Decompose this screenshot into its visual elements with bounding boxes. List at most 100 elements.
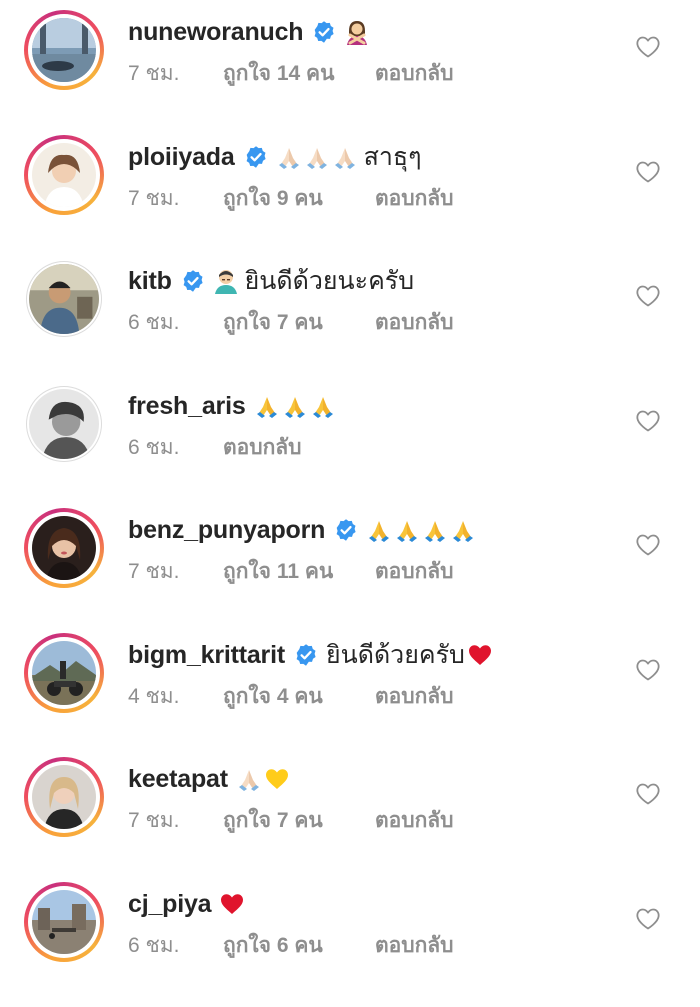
comment-text: ยินดีด้วยนะครับ <box>213 261 414 301</box>
verified-badge-icon <box>244 145 268 169</box>
comment-header: nuneworanuch <box>128 10 372 54</box>
comment-likes-link[interactable]: ถูกใจ 4 คน <box>223 680 375 713</box>
verified-badge-icon <box>312 20 336 44</box>
comment-text: สาธุๆ <box>276 137 422 177</box>
avatar[interactable] <box>24 882 104 962</box>
heart-outline-icon[interactable] <box>636 659 660 681</box>
comment-likes-link[interactable]: ถูกใจ 11 คน <box>223 555 375 588</box>
comment-text <box>344 19 372 45</box>
avatar[interactable] <box>26 386 102 462</box>
folded-hands-emoji <box>366 517 392 543</box>
comment-header: keetapat <box>128 757 292 801</box>
heart-outline-icon[interactable] <box>636 36 660 58</box>
comment-message: สาธุๆ <box>363 143 422 171</box>
comment-text <box>254 393 338 419</box>
folded-hands-emoji <box>254 393 280 419</box>
avatar[interactable] <box>24 508 104 588</box>
comment-header: kitb ยินดีด้วยนะครับ <box>128 259 414 303</box>
comment-time: 7 ชม. <box>128 808 180 832</box>
comment-meta: 4 ชม. ถูกใจ 4 คน ตอบกลับ <box>128 681 454 711</box>
comment-list: nuneworanuch 7 ชม. ถูกใจ 14 คน ตอบกลับ p… <box>0 0 700 1007</box>
comment-item: bigm_krittarit ยินดีด้วยครับ 4 ชม. ถูกใจ… <box>0 623 700 747</box>
comment-time: 7 ชม. <box>128 61 180 85</box>
comment-time: 7 ชม. <box>128 559 180 583</box>
heart-outline-icon[interactable] <box>636 783 660 805</box>
reply-button[interactable]: ตอบกลับ <box>375 57 454 90</box>
comment-item: ploiiyada สาธุๆ 7 ชม. ถูกใจ 9 คน ตอบกลับ <box>0 125 700 249</box>
verified-badge-icon <box>334 518 358 542</box>
avatar[interactable] <box>24 10 104 90</box>
avatar[interactable] <box>24 757 104 837</box>
comment-text: ยินดีด้วยครับ <box>326 635 495 675</box>
username-link[interactable]: keetapat <box>128 765 228 794</box>
comment-likes-link[interactable]: ถูกใจ 6 คน <box>223 929 375 962</box>
avatar-image <box>32 890 96 954</box>
comment-meta: 6 ชม. ถูกใจ 6 คน ตอบกลับ <box>128 930 454 960</box>
username-link[interactable]: kitb <box>128 267 172 296</box>
comment-time: 6 ชม. <box>128 310 180 334</box>
reply-button[interactable]: ตอบกลับ <box>375 929 454 962</box>
username-link[interactable]: nuneworanuch <box>128 18 304 47</box>
verified-badge-icon <box>181 269 205 293</box>
heart-outline-icon[interactable] <box>636 410 660 432</box>
avatar-image <box>29 264 99 334</box>
comment-meta: 7 ชม. ถูกใจ 9 คน ตอบกลับ <box>128 183 454 213</box>
avatar-image <box>32 143 96 207</box>
folded-hands-emoji <box>394 517 420 543</box>
heart-outline-icon[interactable] <box>636 285 660 307</box>
username-link[interactable]: ploiiyada <box>128 143 235 172</box>
avatar-image <box>32 516 96 580</box>
comment-header: benz_punyaporn <box>128 508 478 552</box>
reply-button[interactable]: ตอบกลับ <box>375 555 454 588</box>
folded-hands-emoji <box>282 393 308 419</box>
verified-badge-icon <box>294 643 318 667</box>
person-gesturing-no-emoji <box>344 19 370 45</box>
reply-button[interactable]: ตอบกลับ <box>223 431 302 464</box>
comment-meta: 7 ชม. ถูกใจ 7 คน ตอบกลับ <box>128 805 454 835</box>
avatar[interactable] <box>26 261 102 337</box>
comment-meta: 6 ชม. ถูกใจ 7 คน ตอบกลับ <box>128 307 454 337</box>
comment-likes-link[interactable]: ถูกใจ 9 คน <box>223 182 375 215</box>
comment-meta: 6 ชม. ตอบกลับ <box>128 432 302 462</box>
heart-outline-icon[interactable] <box>636 908 660 930</box>
comment-header: cj_piya <box>128 882 247 926</box>
comment-item: cj_piya 6 ชม. ถูกใจ 6 คน ตอบกลับ <box>0 872 700 996</box>
yellow-heart-emoji <box>264 766 290 792</box>
reply-button[interactable]: ตอบกลับ <box>375 804 454 837</box>
comment-item: kitb ยินดีด้วยนะครับ 6 ชม. ถูกใจ 7 คน ตอ… <box>0 249 700 373</box>
avatar[interactable] <box>24 135 104 215</box>
comment-text <box>366 517 478 543</box>
comment-header: fresh_aris <box>128 384 338 428</box>
username-link[interactable]: fresh_aris <box>128 392 246 421</box>
comment-text <box>219 891 247 917</box>
username-link[interactable]: cj_piya <box>128 890 212 919</box>
comment-likes-link[interactable]: ถูกใจ 7 คน <box>223 804 375 837</box>
folded-hands-emoji <box>310 393 336 419</box>
folded-hands-light-emoji <box>276 144 302 170</box>
comment-text <box>236 766 292 792</box>
heart-outline-icon[interactable] <box>636 161 660 183</box>
comment-header: bigm_krittarit ยินดีด้วยครับ <box>128 633 495 677</box>
avatar-image <box>29 389 99 459</box>
folded-hands-emoji <box>422 517 448 543</box>
heart-outline-icon[interactable] <box>636 534 660 556</box>
red-heart-emoji <box>219 891 245 917</box>
folded-hands-light-emoji <box>236 766 262 792</box>
username-link[interactable]: benz_punyaporn <box>128 516 325 545</box>
reply-button[interactable]: ตอบกลับ <box>375 306 454 339</box>
comment-likes-link[interactable]: ถูกใจ 7 คน <box>223 306 375 339</box>
folded-hands-emoji <box>450 517 476 543</box>
comment-meta: 7 ชม. ถูกใจ 14 คน ตอบกลับ <box>128 58 454 88</box>
comment-time: 6 ชม. <box>128 435 180 459</box>
comment-likes-link[interactable]: ถูกใจ 14 คน <box>223 57 375 90</box>
comment-header: ploiiyada สาธุๆ <box>128 135 422 179</box>
avatar[interactable] <box>24 633 104 713</box>
comment-time: 6 ชม. <box>128 933 180 957</box>
reply-button[interactable]: ตอบกลับ <box>375 680 454 713</box>
comment-message: ยินดีด้วยนะครับ <box>244 267 415 295</box>
reply-button[interactable]: ตอบกลับ <box>375 182 454 215</box>
username-link[interactable]: bigm_krittarit <box>128 641 285 670</box>
comment-item: keetapat 7 ชม. ถูกใจ 7 คน ตอบกลับ <box>0 747 700 871</box>
folded-hands-light-emoji <box>304 144 330 170</box>
avatar-image <box>32 765 96 829</box>
